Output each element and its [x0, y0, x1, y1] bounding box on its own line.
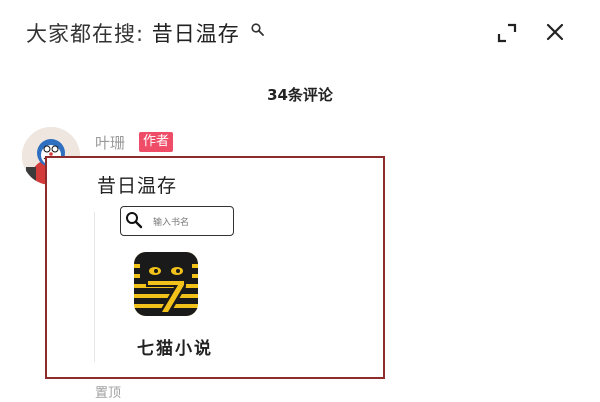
screenshot-edge	[94, 212, 95, 362]
top-bar: 大家都在搜: 昔日温存	[0, 0, 600, 72]
comment-text: 昔日温存	[97, 175, 178, 197]
trending-search-title[interactable]: 大家都在搜: 昔日温存	[26, 18, 240, 48]
comment-content-card: 昔日温存 输入书名 七猫小说	[45, 156, 385, 379]
author-badge: 作者	[139, 132, 174, 152]
search-icon[interactable]	[251, 23, 264, 36]
expand-icon[interactable]	[496, 22, 518, 44]
app-name: 七猫小说	[137, 339, 213, 359]
comment-username[interactable]: 叶珊	[95, 132, 125, 153]
trending-search-keyword[interactable]: 昔日温存	[152, 22, 240, 46]
seven-cats-logo	[134, 252, 198, 316]
search-placeholder: 输入书名	[153, 218, 190, 228]
close-icon[interactable]	[545, 22, 565, 42]
trending-search-prefix: 大家都在搜:	[26, 22, 152, 46]
comment-count: 34条评论	[267, 86, 333, 104]
book-search-box: 输入书名	[120, 206, 234, 236]
search-icon	[126, 212, 143, 229]
pinned-label: 置顶	[95, 386, 122, 401]
